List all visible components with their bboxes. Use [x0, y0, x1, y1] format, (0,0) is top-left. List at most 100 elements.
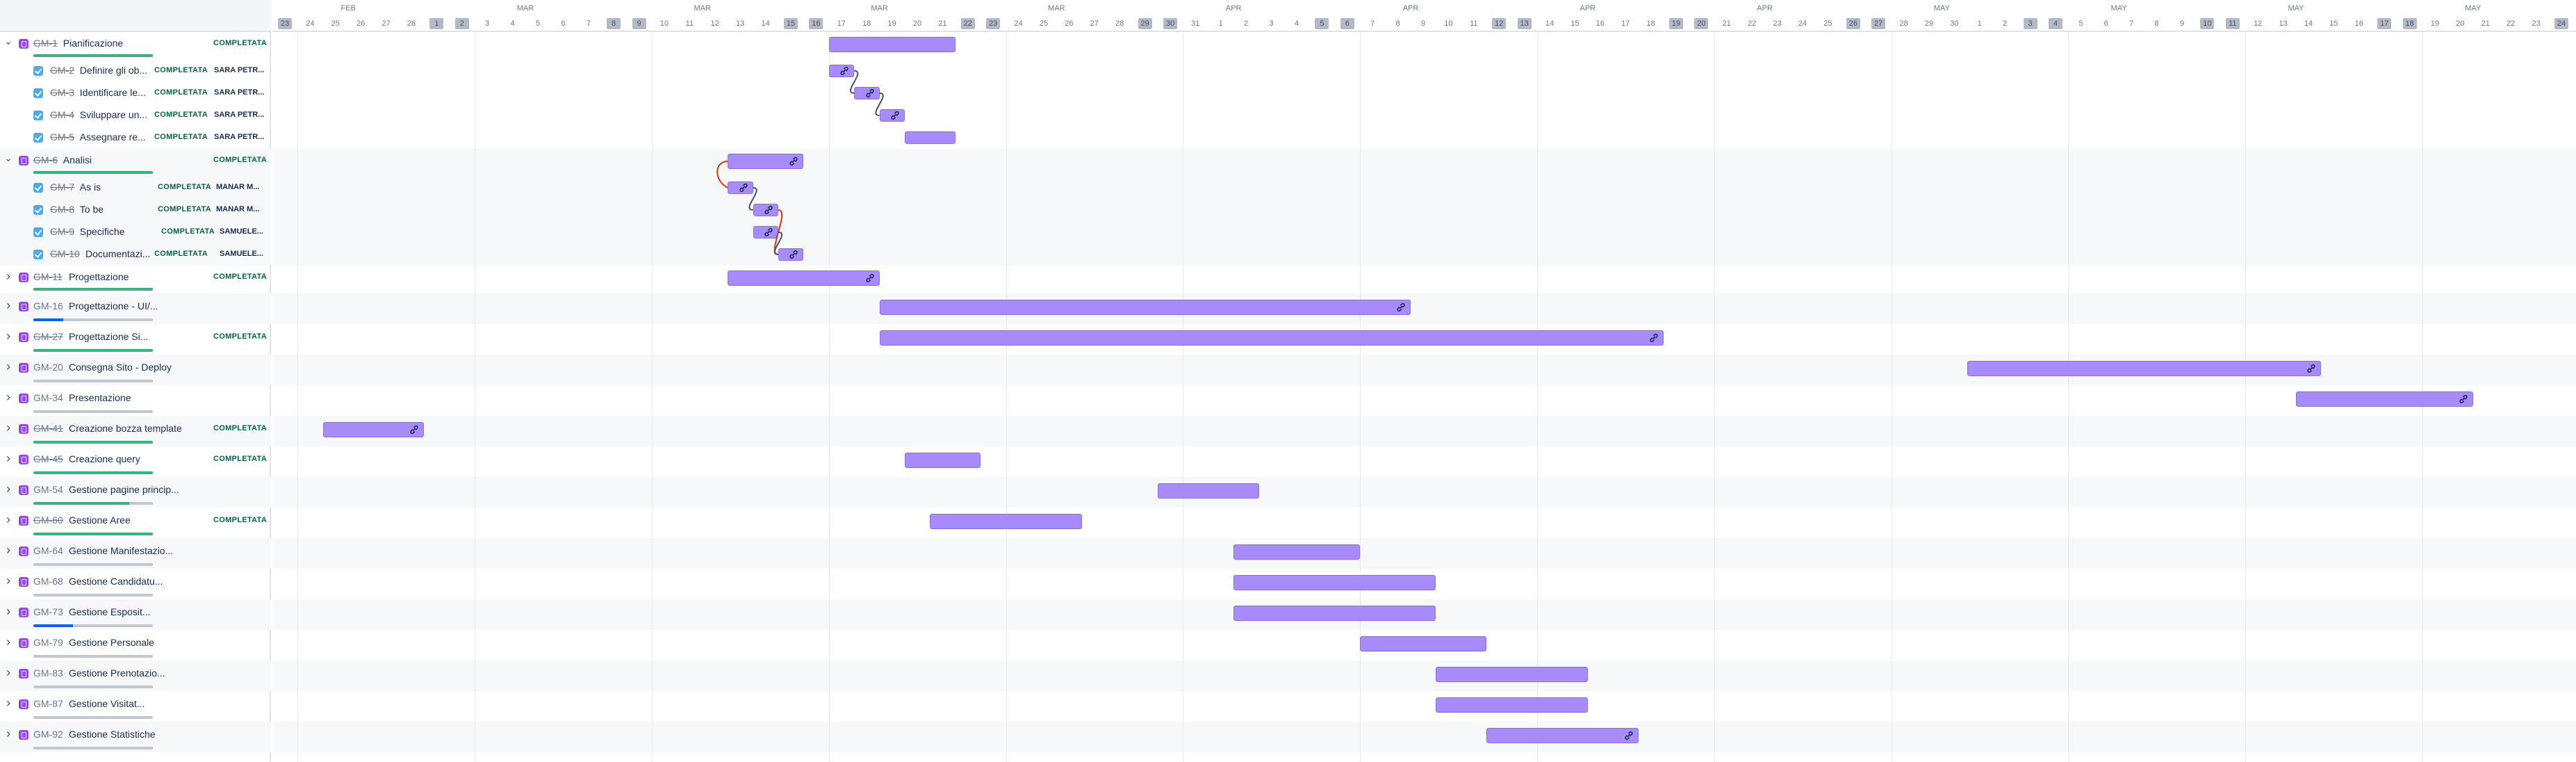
issue-row[interactable]: › GM-34 Presentazione [0, 385, 271, 416]
chevron-right-icon[interactable]: › [4, 421, 13, 434]
chevron-down-icon[interactable]: ⌄ [4, 153, 13, 163]
issue-key[interactable]: GM-60 [33, 514, 63, 526]
issue-row[interactable]: ⌄ GM-6 Analisi COMPLETATA [0, 149, 271, 177]
issue-row[interactable]: › GM-60 Gestione Aree COMPLETATA [0, 508, 271, 538]
issue-row[interactable]: › GM-20 Consegna Sito - Deploy [0, 355, 271, 385]
issue-key[interactable]: GM-5 [50, 131, 74, 143]
issue-row[interactable]: GM-5 Assegnare re... COMPLETATA SARA PETR..… [0, 127, 271, 149]
issue-title[interactable]: Gestione Personale [69, 637, 154, 648]
issue-row[interactable]: › GM-54 Gestione pagine princip... [0, 477, 271, 508]
chevron-right-icon[interactable]: › [4, 270, 13, 282]
issue-key[interactable]: GM-16 [33, 300, 63, 311]
issue-title[interactable]: Gestione pagine princip... [69, 484, 179, 495]
chevron-right-icon[interactable]: › [4, 360, 13, 373]
issue-row[interactable]: › GM-87 Gestione Visitat... [0, 691, 271, 722]
issue-key[interactable]: GM-68 [33, 576, 63, 587]
issue-title[interactable]: To be [80, 204, 104, 215]
issue-title[interactable]: Gestione Aree [69, 514, 131, 526]
chevron-right-icon[interactable]: › [4, 330, 13, 342]
chevron-down-icon[interactable]: ⌄ [4, 36, 13, 46]
chevron-right-icon[interactable]: › [4, 574, 13, 587]
issue-key[interactable]: GM-83 [33, 667, 63, 679]
issue-title[interactable]: Progettazione Si... [69, 331, 148, 342]
chevron-right-icon[interactable]: › [4, 452, 13, 464]
issue-key[interactable]: GM-41 [33, 423, 63, 434]
issue-row[interactable]: › GM-41 Creazione bozza template COMPLETATA [0, 416, 271, 446]
issue-title[interactable]: Progettazione [69, 271, 129, 282]
issue-key[interactable]: GM-54 [33, 484, 63, 495]
issue-title[interactable]: Pianificazione [63, 38, 123, 49]
issue-row[interactable]: GM-4 Sviluppare un... COMPLETATA SARA PETR.… [0, 104, 271, 127]
dependency-line[interactable] [875, 92, 884, 116]
chevron-right-icon[interactable]: › [4, 666, 13, 679]
issue-title[interactable]: Specifiche [80, 226, 125, 237]
dependency-line[interactable] [850, 70, 859, 94]
issue-row[interactable]: GM-10 Documentazi... COMPLETATA SAMUELE... [0, 243, 271, 266]
issue-row[interactable]: GM-8 To be COMPLETATA MANAR M... [0, 199, 271, 221]
issue-key[interactable]: GM-92 [33, 729, 63, 740]
issue-title[interactable]: Creazione query [69, 453, 140, 464]
issue-key[interactable]: GM-1 [33, 38, 58, 49]
dependency-line[interactable] [716, 161, 728, 188]
issue-row[interactable]: › GM-45 Creazione query COMPLETATA [0, 446, 271, 477]
issue-row[interactable]: › GM-64 Gestione Manifestazio... [0, 538, 271, 569]
issue-row[interactable]: GM-9 Specifiche COMPLETATA SAMUELE... [0, 221, 271, 243]
issue-row[interactable]: › GM-11 Progettazione COMPLETATA [0, 266, 271, 293]
chevron-right-icon[interactable]: › [4, 299, 13, 311]
issue-title[interactable]: Gestione Manifestazio... [69, 545, 173, 556]
issue-key[interactable]: GM-8 [50, 204, 74, 215]
issue-row[interactable]: ⌄ GM-1 Pianificazione COMPLETATA [0, 32, 271, 60]
issue-title[interactable]: Creazione bozza template [69, 423, 182, 434]
issue-title[interactable]: Gestione Statistiche [69, 729, 156, 740]
issue-key[interactable]: GM-20 [33, 362, 63, 373]
issue-row[interactable]: GM-3 Identificare le... COMPLETATA SARA PET… [0, 82, 271, 104]
chevron-right-icon[interactable]: › [4, 483, 13, 495]
issue-row[interactable]: GM-2 Definire gli ob... COMPLETATA SARA PET… [0, 60, 271, 82]
chevron-right-icon[interactable]: › [4, 635, 13, 648]
issue-title[interactable]: As is [80, 181, 101, 193]
chevron-right-icon[interactable]: › [4, 697, 13, 709]
issue-row[interactable]: › GM-73 Gestione Esposit... [0, 599, 271, 630]
issue-title[interactable]: Assegnare re... [80, 131, 146, 143]
chevron-right-icon[interactable]: › [4, 513, 13, 526]
issue-title[interactable]: Consegna Sito - Deploy [69, 362, 172, 373]
issue-title[interactable]: Analisi [63, 154, 92, 165]
issue-title[interactable]: Gestione Candidatu... [69, 576, 163, 587]
issue-title[interactable]: Gestione Visitat... [69, 698, 145, 709]
issue-row[interactable]: › GM-79 Gestione Personale [0, 630, 271, 660]
issue-row[interactable]: › GM-83 Gestione Prenotazio... [0, 660, 271, 691]
issue-key[interactable]: GM-11 [33, 271, 63, 282]
issue-row[interactable]: › GM-27 Progettazione Si... COMPLETATA [0, 324, 271, 355]
dependency-line[interactable] [748, 187, 757, 211]
issue-key[interactable]: GM-64 [33, 545, 63, 556]
issue-title[interactable]: Documentazi... [85, 248, 150, 259]
issue-title[interactable]: Progettazione - UI/... [69, 300, 158, 311]
issue-key[interactable]: GM-3 [50, 87, 74, 98]
issue-row[interactable]: › GM-92 Gestione Statistiche [0, 722, 271, 752]
issue-title[interactable]: Identificare le... [80, 87, 146, 98]
chevron-right-icon[interactable]: › [4, 544, 13, 556]
issue-title[interactable]: Sviluppare un... [80, 109, 147, 120]
issue-key[interactable]: GM-27 [33, 331, 63, 342]
issue-key[interactable]: GM-87 [33, 698, 63, 709]
issue-key[interactable]: GM-45 [33, 453, 63, 464]
issue-title[interactable]: Definire gli ob... [80, 65, 147, 76]
chevron-right-icon[interactable]: › [4, 605, 13, 617]
issue-title[interactable]: Gestione Prenotazio... [69, 667, 165, 679]
issue-key[interactable]: GM-34 [33, 392, 63, 403]
issue-key[interactable]: GM-2 [50, 65, 74, 76]
issue-row[interactable]: › GM-16 Progettazione - UI/... [0, 293, 271, 324]
issue-key[interactable]: GM-79 [33, 637, 63, 648]
issue-title[interactable]: Gestione Esposit... [69, 606, 151, 617]
issue-key[interactable]: GM-6 [33, 154, 58, 165]
issue-key[interactable]: GM-7 [50, 181, 74, 193]
issue-key[interactable]: GM-73 [33, 606, 63, 617]
issue-row[interactable]: › GM-68 Gestione Candidatu... [0, 569, 271, 599]
issue-key[interactable]: GM-10 [50, 248, 80, 259]
chevron-right-icon[interactable]: › [4, 727, 13, 740]
issue-row[interactable]: GM-7 As is COMPLETATA MANAR M... [0, 177, 271, 199]
issue-key[interactable]: GM-9 [50, 226, 74, 237]
issue-key[interactable]: GM-4 [50, 109, 74, 120]
issue-title[interactable]: Presentazione [69, 392, 131, 403]
chevron-right-icon[interactable]: › [4, 391, 13, 403]
